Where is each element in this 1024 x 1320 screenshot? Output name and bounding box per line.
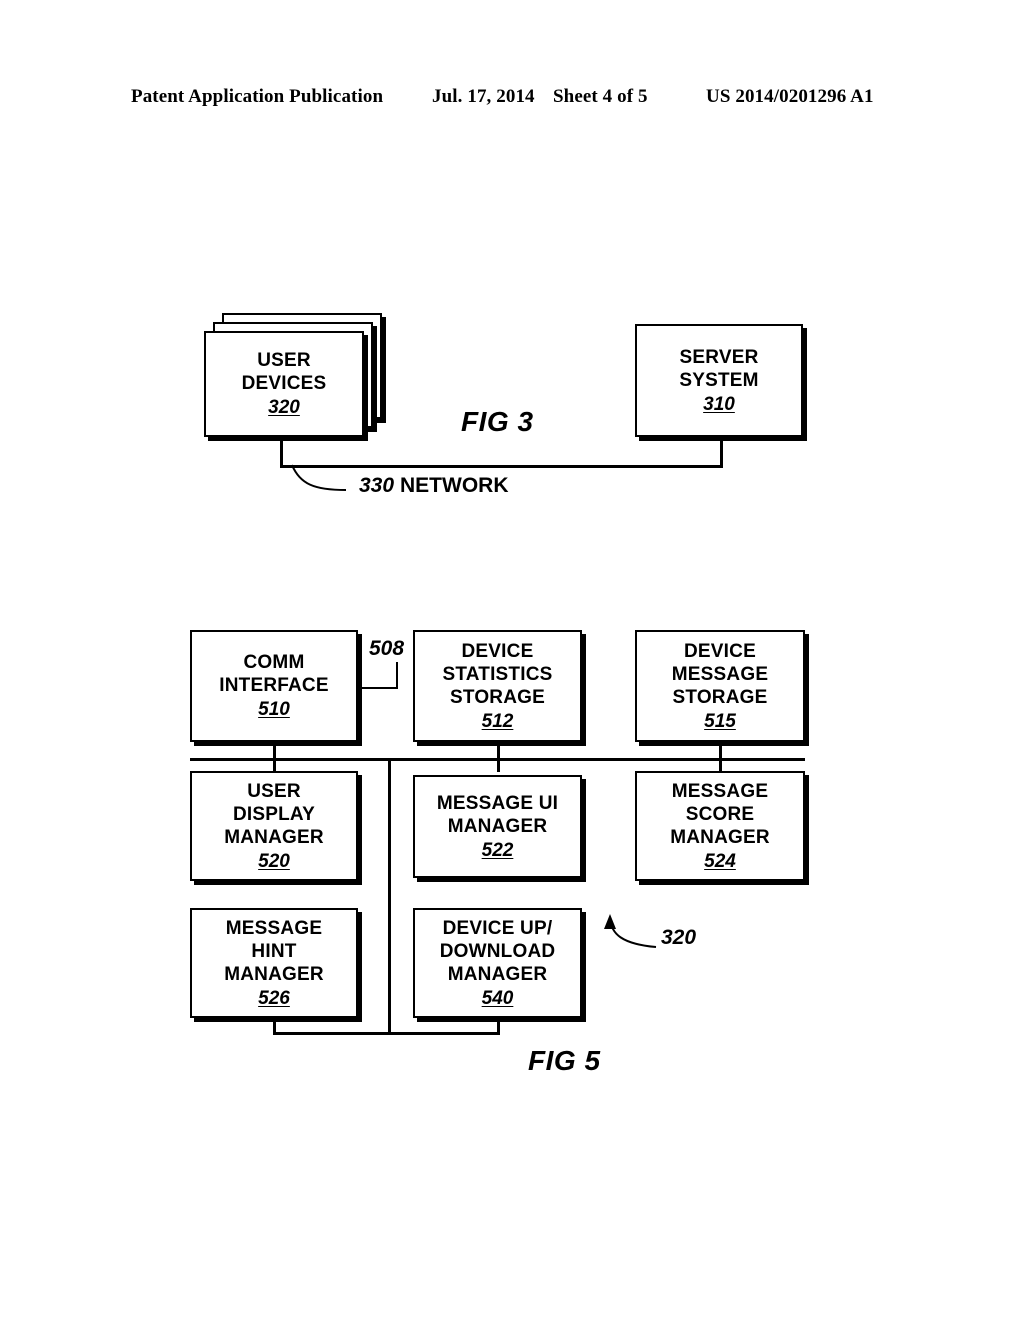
device-statistics-storage-box: DEVICE STATISTICS STORAGE 512 [413,630,582,742]
page-header: Patent Application Publication Jul. 17, … [0,86,1024,114]
device-message-storage-ref: 515 [704,710,736,732]
header-sheet-text: Sheet 4 of 5 [553,86,648,107]
user-devices-line-1: USER [257,350,311,371]
bottom-bus-horizontal [273,1032,500,1035]
server-system-box: SERVER SYSTEM 310 [635,324,803,437]
device-updownload-manager-line-1: DEVICE UP/ [442,917,553,939]
comm-interface-line-2: INTERFACE [219,675,329,696]
header-date-text: Jul. 17, 2014 [432,86,535,107]
message-score-manager-line-3: MANAGER [670,826,770,848]
user-display-manager-line-3: MANAGER [224,826,324,848]
header-patent-number: US 2014/0201296 A1 [706,86,874,107]
comm-interface-ref: 510 [258,699,290,720]
message-score-manager-line-1: MESSAGE [671,780,769,802]
device-updownload-manager-line-2: DOWNLOAD [439,940,556,962]
message-hint-manager-line-3: MANAGER [224,963,324,985]
device-320-label: 320 [661,926,697,949]
network-line-right-riser [720,437,723,467]
user-display-manager-ref: 520 [258,850,290,872]
user-display-manager-box: USER DISPLAY MANAGER 520 [190,771,358,881]
server-system-line-1: SERVER [679,346,759,368]
message-hint-manager-box: MESSAGE HINT MANAGER 526 [190,908,358,1018]
network-name-label: NETWORK [400,474,509,497]
user-display-manager-top-stub [273,758,276,772]
main-bus-vertical [388,758,391,1034]
message-score-manager-ref: 524 [704,850,736,872]
network-ref-label: 330 [359,474,395,497]
message-score-manager-box: MESSAGE SCORE MANAGER 524 [635,771,805,881]
server-system-ref: 310 [703,393,735,415]
user-display-manager-line-1: USER [247,780,301,802]
message-ui-manager-top-stub [497,758,500,772]
device-statistics-storage-line-2: STATISTICS [442,663,553,685]
device-updownload-manager-ref: 540 [481,987,514,1009]
bus-508-label: 508 [369,637,405,660]
user-devices-box: USER DEVICES 320 [204,331,364,437]
message-hint-manager-line-1: MESSAGE [225,917,323,939]
device-message-storage-line-2: MESSAGE [671,663,769,685]
figure-3-label: FIG 3 [461,406,534,437]
user-display-manager-line-2: DISPLAY [232,803,315,825]
message-score-manager-top-stub [719,758,722,772]
device-message-storage-line-1: DEVICE [684,640,756,662]
figure-5-label: FIG 5 [528,1045,601,1076]
message-ui-manager-ref: 522 [481,839,514,861]
comm-interface-box: COMM INTERFACE 510 [190,630,358,742]
device-updownload-manager-line-3: MANAGER [447,963,548,985]
network-label-leader [291,464,347,491]
message-ui-manager-line-1: MESSAGE UI [436,792,559,814]
bus-508-leader-horizontal [360,687,398,689]
header-publication-text: Patent Application Publication [131,86,384,107]
message-ui-manager-box: MESSAGE UI MANAGER 522 [413,775,582,878]
user-devices-ref: 320 [268,397,300,418]
comm-interface-line-1: COMM [243,652,305,673]
message-score-manager-line-2: SCORE [685,803,755,825]
message-ui-manager-line-2: MANAGER [447,815,548,837]
bus-508-leader-vertical [396,662,398,688]
server-system-line-2: SYSTEM [679,369,759,391]
message-hint-manager-ref: 526 [258,987,290,1009]
network-line-left-riser [280,437,283,467]
device-statistics-storage-line-1: DEVICE [461,640,534,662]
device-320-arrow-icon [604,914,657,948]
message-hint-manager-line-2: HINT [251,940,297,962]
device-statistics-storage-line-3: STORAGE [449,686,545,708]
device-message-storage-box: DEVICE MESSAGE STORAGE 515 [635,630,805,742]
device-message-storage-line-3: STORAGE [672,686,768,708]
device-updownload-manager-box: DEVICE UP/ DOWNLOAD MANAGER 540 [413,908,582,1018]
device-statistics-storage-ref: 512 [481,710,514,732]
user-devices-line-2: DEVICES [241,373,327,394]
